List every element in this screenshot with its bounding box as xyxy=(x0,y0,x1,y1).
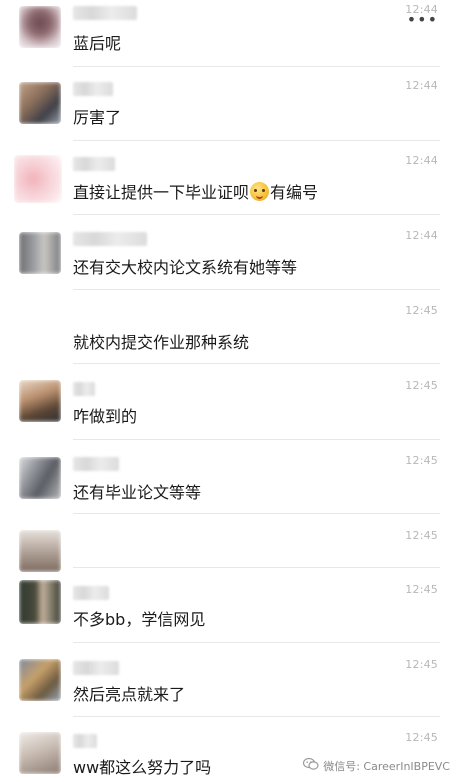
message-time: 12:45 xyxy=(405,658,438,671)
message-text: 就校内提交作业那种系统 xyxy=(73,333,250,352)
message-time: 12:45 xyxy=(405,304,438,317)
message-text: ww都这么努力了吗 xyxy=(73,758,212,777)
sender-name-redacted xyxy=(73,232,147,246)
avatar[interactable] xyxy=(19,732,61,774)
message-text: 还有交大校内论文系统有她等等 xyxy=(73,258,298,277)
avatar[interactable] xyxy=(14,155,62,203)
message-time: 12:44 xyxy=(405,3,438,16)
message-time: 12:44 xyxy=(405,79,438,92)
message-time: 12:45 xyxy=(405,529,438,542)
message-time: 12:44 xyxy=(405,154,438,167)
divider xyxy=(73,140,440,141)
sender-name-redacted xyxy=(73,82,113,96)
account-watermark: 微信号: CareerInIBPEVC xyxy=(303,757,450,774)
message-text: 直接让提供一下毕业证呗 有编号 xyxy=(73,179,318,203)
message-text: 厉害了 xyxy=(73,108,122,127)
sender-name-redacted xyxy=(73,734,97,748)
message-text: 还有毕业论文等等 xyxy=(73,483,202,502)
sender-name-redacted xyxy=(73,457,119,471)
wechat-channel-icon xyxy=(303,757,319,774)
chat-history-list: ••• 12:44 蓝后呢 12:44 厉害了 12:44 直接让提供一下毕业证… xyxy=(0,0,464,782)
sender-name-redacted xyxy=(73,661,119,675)
watermark-text: 微信号: CareerInIBPEVC xyxy=(323,759,450,773)
divider xyxy=(73,289,440,290)
message-text: 蓝后呢 xyxy=(73,34,122,53)
grinning-emoji-icon xyxy=(250,182,270,201)
divider xyxy=(73,716,440,717)
message-time: 12:45 xyxy=(405,583,438,596)
divider xyxy=(73,214,440,215)
divider xyxy=(73,439,440,440)
sender-name-redacted xyxy=(73,586,109,600)
message-text: 咋做到的 xyxy=(73,407,138,426)
message-time: 12:44 xyxy=(405,229,438,242)
message-text-part: 有编号 xyxy=(270,183,319,202)
divider xyxy=(73,642,440,643)
message-time: 12:45 xyxy=(405,379,438,392)
avatar[interactable] xyxy=(19,659,61,701)
message-time: 12:45 xyxy=(405,454,438,467)
message-time: 12:45 xyxy=(405,731,438,744)
avatar[interactable] xyxy=(19,6,61,48)
avatar[interactable] xyxy=(19,530,61,572)
message-text: 然后亮点就来了 xyxy=(73,685,186,704)
avatar[interactable] xyxy=(19,580,61,624)
more-dots-icon[interactable]: ••• xyxy=(407,12,438,28)
avatar[interactable] xyxy=(19,457,61,499)
divider xyxy=(73,66,440,67)
sender-name-redacted xyxy=(73,382,95,396)
avatar[interactable] xyxy=(19,82,61,124)
divider xyxy=(73,567,440,568)
avatar[interactable] xyxy=(19,232,61,274)
message-text: 不多bb，学信网见 xyxy=(73,610,206,629)
sender-name-redacted xyxy=(73,157,115,171)
avatar[interactable] xyxy=(19,380,61,422)
divider xyxy=(73,363,440,364)
message-text-part: 直接让提供一下毕业证呗 xyxy=(73,183,250,202)
sender-name-redacted xyxy=(73,6,137,20)
divider xyxy=(73,513,440,514)
